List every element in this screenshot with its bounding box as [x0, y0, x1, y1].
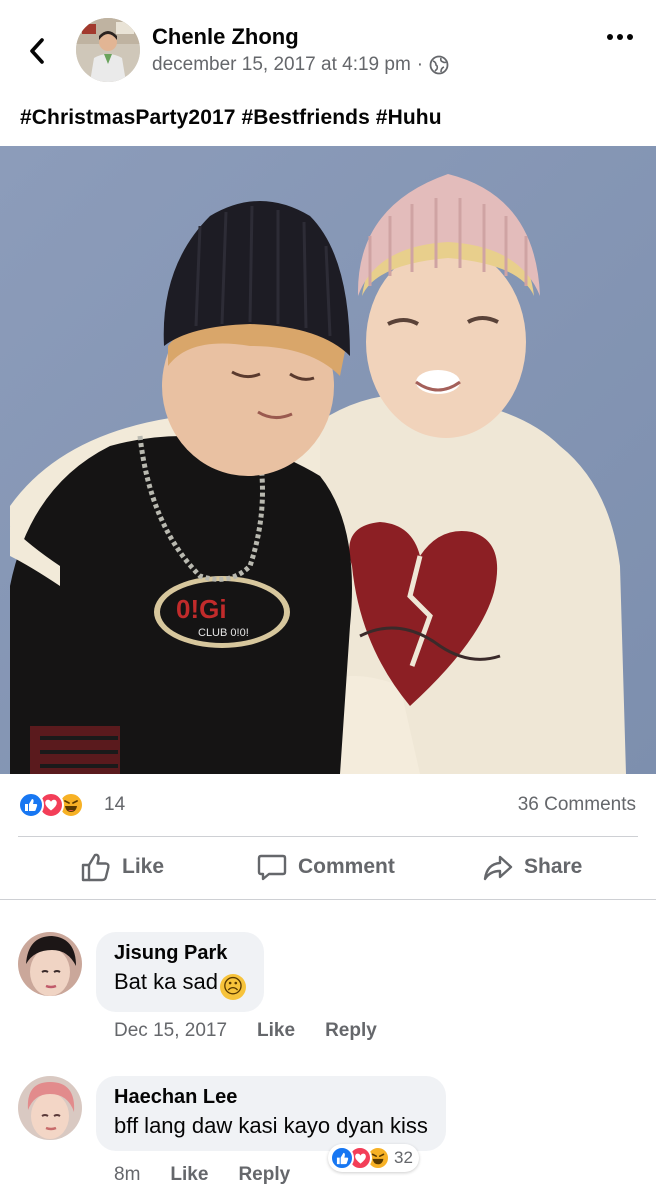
reaction-count[interactable]: 14 — [104, 794, 125, 816]
divider — [0, 899, 656, 900]
thumbs-up-icon — [81, 853, 110, 882]
like-reaction-icon — [330, 1146, 354, 1170]
comment-label: Comment — [298, 855, 395, 878]
like-button[interactable]: Like — [80, 851, 164, 883]
share-label: Share — [524, 855, 583, 878]
chevron-left-icon — [30, 38, 44, 64]
comment-bubble[interactable]: Jisung Park Bat ka sad ☹ — [96, 932, 264, 1012]
comment-time[interactable]: 8m — [114, 1164, 140, 1186]
comment-bubble[interactable]: Haechan Lee bff lang daw kasi kayo dyan … — [96, 1076, 446, 1151]
back-button[interactable] — [22, 34, 52, 68]
more-options-button[interactable] — [602, 26, 638, 48]
more-dot-icon — [607, 34, 613, 40]
more-dot-icon — [627, 34, 633, 40]
comment-meta: 8m Like Reply — [114, 1164, 320, 1186]
comment-like-button[interactable]: Like — [170, 1164, 208, 1186]
commenter-name[interactable]: Jisung Park — [114, 942, 246, 965]
comment-reaction-count: 32 — [394, 1148, 413, 1167]
comment-meta: Dec 15, 2017 Like Reply — [114, 1020, 407, 1042]
svg-text:CLUB 0!0!: CLUB 0!0! — [198, 627, 249, 639]
reaction-icons[interactable] — [18, 792, 84, 818]
comment-button[interactable]: Comment — [256, 851, 395, 883]
sad-face-emoji: ☹ — [219, 974, 246, 1000]
author-avatar[interactable] — [76, 18, 140, 82]
like-reaction-icon — [18, 792, 44, 818]
comment-reactions[interactable]: 32 — [328, 1144, 419, 1172]
post-photo[interactable]: 0!Gi CLUB 0!0! — [0, 146, 656, 774]
post-author-name[interactable]: Chenle Zhong — [152, 24, 299, 50]
comment-time[interactable]: Dec 15, 2017 — [114, 1020, 227, 1042]
comment-text-body: Bat ka sad — [114, 969, 218, 994]
comment-text: Bat ka sad ☹ — [114, 969, 246, 1000]
meta-separator: · — [416, 54, 424, 75]
share-arrow-icon — [483, 855, 513, 881]
post-timestamp[interactable]: december 15, 2017 at 4:19 pm — [152, 54, 411, 76]
commenter-avatar[interactable] — [18, 1076, 82, 1140]
reactions-summary: 14 36 Comments — [0, 778, 656, 834]
comment-reply-button[interactable]: Reply — [238, 1164, 290, 1186]
comment-text: bff lang daw kasi kayo dyan kiss — [114, 1113, 428, 1138]
comment-like-button[interactable]: Like — [257, 1020, 295, 1042]
svg-text:0!Gi: 0!Gi — [176, 594, 227, 624]
commenter-name[interactable]: Haechan Lee — [114, 1086, 428, 1109]
share-button[interactable]: Share — [482, 851, 582, 883]
commenter-avatar[interactable] — [18, 932, 82, 996]
comment-bubble-icon — [257, 854, 287, 881]
post-action-bar: Like Comment Share — [0, 837, 656, 899]
post-meta: december 15, 2017 at 4:19 pm · — [152, 54, 449, 76]
comments-count-link[interactable]: 36 Comments — [518, 794, 636, 816]
globe-icon — [429, 55, 449, 75]
more-dot-icon — [617, 34, 623, 40]
comment-reply-button[interactable]: Reply — [325, 1020, 377, 1042]
post-caption: #ChristmasParty2017 #Bestfriends #Huhu — [20, 106, 442, 129]
post-header: Chenle Zhong december 15, 2017 at 4:19 p… — [0, 0, 656, 92]
like-label: Like — [122, 855, 165, 878]
